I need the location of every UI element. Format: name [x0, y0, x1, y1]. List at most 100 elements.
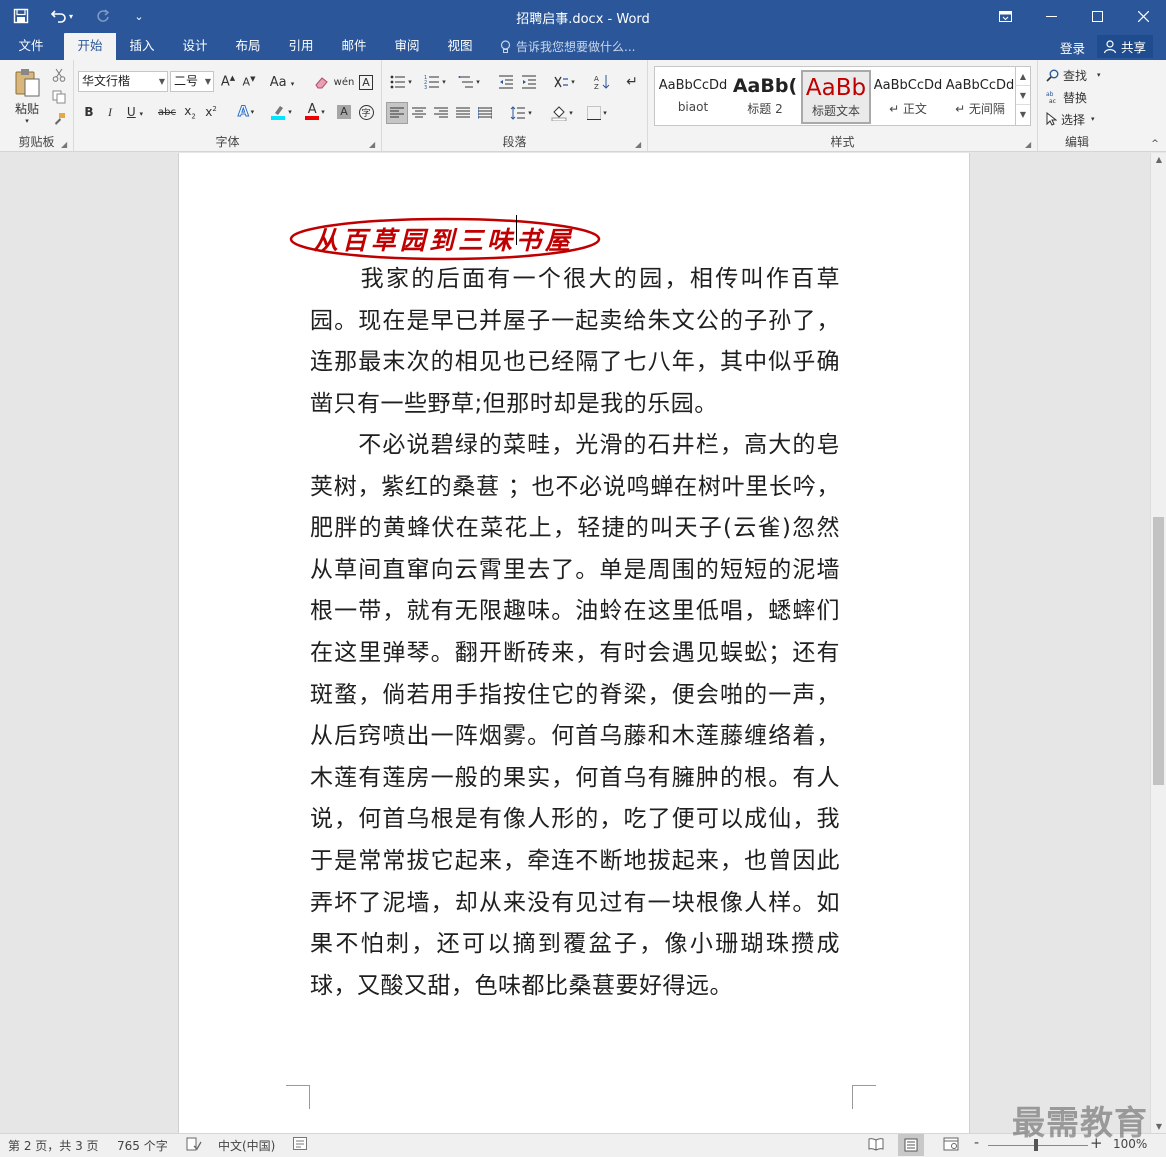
- print-layout-button[interactable]: [898, 1134, 924, 1156]
- shading-button[interactable]: ▾: [547, 103, 577, 123]
- font-launcher-icon[interactable]: ◢: [369, 140, 378, 149]
- paint-bucket-icon: [551, 105, 567, 121]
- change-case-icon: Aa ▾: [269, 74, 295, 90]
- borders-icon: [587, 106, 602, 120]
- style-item-no-spacing[interactable]: AaBbCcDd ↵ 无间隔: [945, 70, 1015, 124]
- styles-launcher-icon[interactable]: ◢: [1025, 140, 1034, 149]
- enclose-characters-button[interactable]: 字: [356, 102, 376, 122]
- tab-insert[interactable]: 插入: [118, 33, 166, 60]
- tab-home[interactable]: 开始: [64, 33, 116, 60]
- style-item-heading-2[interactable]: AaBb( 标题 2: [730, 70, 800, 124]
- style-item-biaot[interactable]: AaBbCcDd biaot: [658, 70, 728, 124]
- show-formatting-marks-button[interactable]: ↵: [622, 72, 642, 92]
- sort-button[interactable]: AZ: [592, 72, 612, 92]
- tab-file[interactable]: 文件: [8, 33, 54, 60]
- font-name-combo[interactable]: 华文行楷 ▼: [78, 71, 168, 92]
- change-case-button[interactable]: Aa ▾: [267, 72, 297, 92]
- line-spacing-button[interactable]: ▾: [506, 103, 536, 123]
- login-link[interactable]: 登录: [1060, 38, 1085, 57]
- underline-button[interactable]: U ▾: [122, 102, 148, 122]
- collapse-ribbon-button[interactable]: ^: [1148, 138, 1162, 150]
- replace-button[interactable]: ab ac 替换: [1046, 88, 1087, 106]
- document-page[interactable]: 从百草园到三味书屋 我家的后面有一个很大的园，相传叫作百草园。现在是早已并屋子一…: [178, 153, 970, 1133]
- tab-references[interactable]: 引用: [277, 33, 325, 60]
- bold-button[interactable]: B: [80, 102, 98, 122]
- word-count[interactable]: 765 个字: [117, 1137, 168, 1154]
- decrease-indent-button[interactable]: [496, 72, 516, 92]
- ribbon-display-options-button[interactable]: [982, 0, 1028, 33]
- subscript-button[interactable]: x2: [181, 102, 199, 122]
- paste-button[interactable]: 粘贴 ▾: [8, 66, 46, 126]
- align-right-icon: [434, 107, 448, 118]
- scroll-thumb[interactable]: [1153, 517, 1164, 785]
- zoom-slider[interactable]: [988, 1145, 1088, 1146]
- style-item-title-text[interactable]: AaBb 标题文本: [801, 70, 871, 124]
- tell-me-box[interactable]: 告诉我您想要做什么...: [500, 38, 635, 55]
- superscript-button[interactable]: x2: [202, 102, 220, 122]
- maximize-button[interactable]: [1074, 0, 1120, 33]
- undo-button[interactable]: ▾: [46, 5, 78, 27]
- distributed-button[interactable]: [475, 103, 495, 123]
- format-painter-button[interactable]: [50, 110, 68, 128]
- read-mode-icon[interactable]: [868, 1137, 884, 1154]
- justify-button[interactable]: [453, 103, 473, 123]
- copy-button[interactable]: [50, 88, 68, 106]
- undo-dropdown-icon[interactable]: ▾: [69, 12, 73, 21]
- style-item-normal[interactable]: AaBbCcDd ↵ 正文: [873, 70, 943, 124]
- cut-button[interactable]: [50, 66, 68, 84]
- tab-layout[interactable]: 布局: [224, 33, 272, 60]
- font-color-button[interactable]: A ▾: [300, 102, 330, 122]
- phonetic-guide-button[interactable]: wén: [334, 72, 355, 92]
- clipboard-launcher-icon[interactable]: ◢: [61, 140, 70, 149]
- bullets-button[interactable]: ▾: [386, 72, 416, 92]
- minimize-button[interactable]: [1028, 0, 1074, 33]
- text-highlight-button[interactable]: ▾: [266, 102, 296, 122]
- paragraph-1[interactable]: 我家的后面有一个很大的园，相传叫作百草园。现在是早已并屋子一起卖给朱文公的子孙了…: [310, 259, 840, 425]
- vertical-scrollbar[interactable]: ▲ ▼: [1150, 153, 1166, 1133]
- shrink-font-button[interactable]: A▼: [240, 72, 258, 92]
- text-effects-button[interactable]: A ▾: [231, 102, 261, 122]
- align-left-button[interactable]: [386, 102, 408, 124]
- character-border-button[interactable]: A: [356, 72, 376, 92]
- paragraph-2[interactable]: 不必说碧绿的菜畦，光滑的石井栏，高大的皂荚树，紫红的桑葚 ；也不必说鸣蝉在树叶里…: [310, 425, 840, 1007]
- align-center-button[interactable]: [409, 103, 429, 123]
- document-heading[interactable]: 从百草园到三味书屋: [313, 221, 574, 257]
- clear-formatting-button[interactable]: [311, 72, 331, 92]
- gallery-down-icon[interactable]: ▼: [1016, 86, 1030, 105]
- customize-qat-button[interactable]: ⌄: [128, 5, 150, 27]
- redo-button[interactable]: [92, 5, 114, 27]
- macro-recording-icon[interactable]: [293, 1137, 307, 1153]
- borders-button[interactable]: ▾: [582, 103, 612, 123]
- chinese-layout-button[interactable]: ▾: [549, 72, 579, 92]
- tab-review[interactable]: 审阅: [383, 33, 431, 60]
- share-button[interactable]: 共享: [1097, 35, 1154, 58]
- tab-view[interactable]: 视图: [436, 33, 484, 60]
- page-count[interactable]: 第 2 页，共 3 页: [8, 1137, 99, 1154]
- align-right-button[interactable]: [431, 103, 451, 123]
- gallery-up-icon[interactable]: ▲: [1016, 67, 1030, 86]
- scroll-up-icon[interactable]: ▲: [1151, 155, 1166, 164]
- find-button[interactable]: 查找 ▾: [1046, 66, 1101, 84]
- save-button[interactable]: [10, 5, 32, 27]
- strikethrough-button[interactable]: abc: [156, 102, 178, 122]
- numbering-button[interactable]: 123 ▾: [420, 72, 450, 92]
- language-indicator[interactable]: 中文(中国): [218, 1137, 275, 1154]
- select-button[interactable]: 选择 ▾: [1046, 110, 1095, 128]
- zoom-out-button[interactable]: -: [974, 1135, 979, 1151]
- tab-mailings[interactable]: 邮件: [330, 33, 378, 60]
- font-size-combo[interactable]: 二号 ▼: [170, 71, 214, 92]
- web-layout-icon[interactable]: [943, 1137, 959, 1154]
- close-button[interactable]: [1120, 0, 1166, 33]
- scroll-down-icon[interactable]: ▼: [1151, 1122, 1166, 1131]
- increase-indent-button[interactable]: [519, 72, 539, 92]
- chevron-down-icon: ▼: [204, 77, 211, 86]
- tab-design[interactable]: 设计: [171, 33, 219, 60]
- ribbon: 粘贴 ▾ 剪贴板 ◢ 华文行楷 ▼ 二号 ▼ A▲ A▼ Aa ▾ wén A …: [0, 60, 1166, 152]
- multilevel-list-button[interactable]: ▾: [454, 72, 484, 92]
- grow-font-button[interactable]: A▲: [219, 72, 237, 92]
- character-shading-button[interactable]: A: [334, 102, 354, 122]
- italic-button[interactable]: I: [101, 102, 119, 122]
- proofing-icon[interactable]: [186, 1137, 202, 1154]
- gallery-more-icon[interactable]: ▼: [1016, 105, 1030, 124]
- paragraph-launcher-icon[interactable]: ◢: [635, 140, 644, 149]
